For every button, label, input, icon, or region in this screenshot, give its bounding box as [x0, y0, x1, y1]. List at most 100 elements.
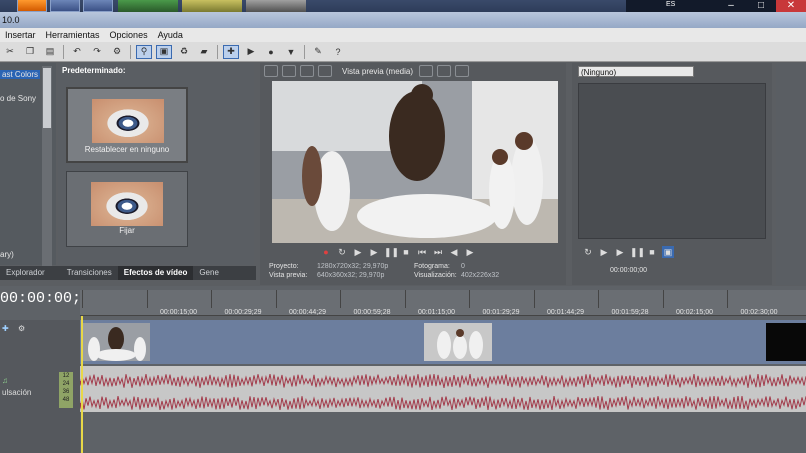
language-indicator[interactable]: ES: [666, 1, 675, 8]
lock-icon[interactable]: ●: [263, 45, 279, 59]
effects-list-item[interactable]: o de Sony: [0, 94, 36, 103]
audio-track-icon[interactable]: ♫: [2, 376, 8, 385]
menu-opciones[interactable]: Opciones: [105, 28, 153, 42]
video-clip[interactable]: [424, 323, 492, 361]
selection-icon[interactable]: ▰: [196, 45, 212, 59]
preset-reset[interactable]: Restablecer en ninguno: [66, 87, 188, 163]
trimmer-source-select[interactable]: (Ninguno): [578, 66, 694, 77]
envelope-icon[interactable]: ♻: [176, 45, 192, 59]
tab-generators[interactable]: Gene: [193, 266, 225, 280]
trimmer-area[interactable]: [578, 83, 766, 239]
play-icon[interactable]: ▶: [598, 246, 610, 258]
play-icon[interactable]: ▶: [368, 246, 380, 258]
black-clip[interactable]: [766, 323, 806, 361]
video-frame[interactable]: [272, 81, 558, 243]
audio-waveform: [80, 374, 806, 388]
effects-list-item[interactable]: ast Colors: [0, 70, 41, 79]
tab-video-effects[interactable]: Efectos de vídeo: [117, 266, 194, 280]
next-frame-icon[interactable]: ▶: [464, 246, 476, 258]
preset-fix[interactable]: Fijar: [66, 171, 188, 247]
menu-herramientas[interactable]: Herramientas: [41, 28, 105, 42]
audio-level-meter: 12 24 36 48: [59, 372, 73, 408]
cut-icon[interactable]: ✂: [2, 45, 18, 59]
save-snapshot-icon[interactable]: [455, 65, 469, 77]
browser-icon[interactable]: [83, 0, 113, 12]
ruler-tick-label: 00:00:44;29: [289, 309, 326, 316]
preview-transport: ● ↻ ▶ ▶ ❚❚ ■ ⏮ ⏭ ◀ ▶: [320, 246, 476, 260]
pause-icon[interactable]: ❚❚: [384, 246, 399, 258]
window-controls: – □ ✕: [716, 0, 806, 12]
help-icon[interactable]: ?: [330, 45, 346, 59]
meter-value: 24: [62, 381, 70, 387]
tab-explorer[interactable]: Explorador: [0, 266, 51, 280]
properties-icon[interactable]: ⚙: [109, 45, 125, 59]
video-clip[interactable]: [82, 323, 150, 361]
external-monitor-icon[interactable]: [282, 65, 296, 77]
media-app-icon[interactable]: [17, 0, 47, 12]
copy-icon[interactable]: ❐: [22, 45, 38, 59]
ruler-tick-line: [533, 290, 535, 308]
edit-tool-icon[interactable]: ▣: [156, 44, 172, 59]
ruler-tick-line: [275, 290, 277, 308]
undo-icon[interactable]: ↶: [69, 45, 85, 59]
maximize-icon[interactable]: □: [746, 0, 776, 12]
timeline: 00:00:00;00 00:00:15;00 00:00:29;29 00:00:…: [0, 286, 806, 453]
track-motion-icon[interactable]: ✚: [2, 324, 9, 333]
marker-icon[interactable]: ▼: [283, 45, 299, 59]
frame-value: 0: [461, 263, 465, 270]
record-icon[interactable]: ●: [320, 246, 332, 258]
video-track[interactable]: [80, 320, 806, 364]
loop-icon[interactable]: ↻: [582, 246, 594, 258]
prev-frame-icon[interactable]: ◀: [448, 246, 460, 258]
playhead[interactable]: [81, 316, 83, 453]
effects-list-scrollbar[interactable]: [42, 66, 52, 266]
close-icon[interactable]: ✕: [776, 0, 806, 12]
minimize-icon[interactable]: –: [716, 0, 746, 12]
tab-transitions[interactable]: Transiciones: [51, 266, 118, 280]
paste-icon[interactable]: ▤: [42, 45, 58, 59]
go-to-end-icon[interactable]: ⏭: [432, 246, 444, 258]
presets-title: Predeterminado:: [62, 66, 126, 75]
ruler-tick-label: 00:00:29;29: [224, 309, 262, 316]
trimmer-panel: (Ninguno) ↻ ▶ ▶ ❚❚ ■ ▣ 00:00:00;00: [572, 63, 772, 285]
audio-track-label: ulsación: [2, 388, 32, 397]
trim-mode-icon[interactable]: ▣: [662, 246, 674, 258]
fx-icon[interactable]: [300, 65, 314, 77]
preview-quality-select[interactable]: Vista previa (media): [342, 67, 413, 76]
go-to-start-icon[interactable]: ⏮: [416, 246, 428, 258]
paint-icon[interactable]: ✎: [310, 45, 326, 59]
stop-icon[interactable]: ■: [400, 246, 412, 258]
timeline-ruler[interactable]: 00:00:15;00 00:00:29;29 00:00:44;29 00:00:5…: [80, 290, 806, 316]
play-from-start-icon[interactable]: ▶: [352, 246, 364, 258]
effects-list-item[interactable]: ary): [0, 250, 14, 259]
menu-ayuda[interactable]: Ayuda: [153, 28, 188, 42]
ruler-tick-line: [469, 290, 470, 308]
snap-icon[interactable]: ✚: [223, 44, 239, 59]
play-icon[interactable]: ▶: [614, 246, 626, 258]
zoom-icon[interactable]: ⚲: [136, 44, 152, 59]
overlays-icon[interactable]: [419, 65, 433, 77]
loop-icon[interactable]: ↻: [336, 246, 348, 258]
split-screen-icon[interactable]: [318, 65, 332, 77]
taskbar-thumbnail[interactable]: [246, 0, 306, 12]
audio-track[interactable]: [80, 366, 806, 412]
project-properties-icon[interactable]: [264, 65, 278, 77]
scrollbar-thumb[interactable]: [43, 68, 51, 128]
pause-icon[interactable]: ❚❚: [630, 246, 645, 258]
menu-insertar[interactable]: Insertar: [0, 28, 41, 42]
ruler-tick-label: 00:00:59;28: [353, 309, 391, 316]
auto-ripple-icon[interactable]: ▶: [243, 45, 259, 59]
taskbar-thumbnail[interactable]: [182, 0, 242, 12]
clip-thumbnail: [82, 323, 150, 361]
menu-bar: Insertar Herramientas Opciones Ayuda: [0, 28, 806, 42]
stop-icon[interactable]: ■: [646, 246, 658, 258]
copy-snapshot-icon[interactable]: [437, 65, 451, 77]
track-fx-icon[interactable]: ⚙: [18, 324, 25, 333]
project-label: Proyecto:: [269, 263, 299, 270]
redo-icon[interactable]: ↷: [89, 45, 105, 59]
taskbar-thumbnail[interactable]: [118, 0, 178, 12]
app-icon[interactable]: [50, 0, 80, 12]
ruler-tick-label: 00:00:15;00: [160, 309, 197, 316]
toolbar-separator: [63, 44, 64, 59]
ruler-tick-line: [340, 290, 341, 308]
